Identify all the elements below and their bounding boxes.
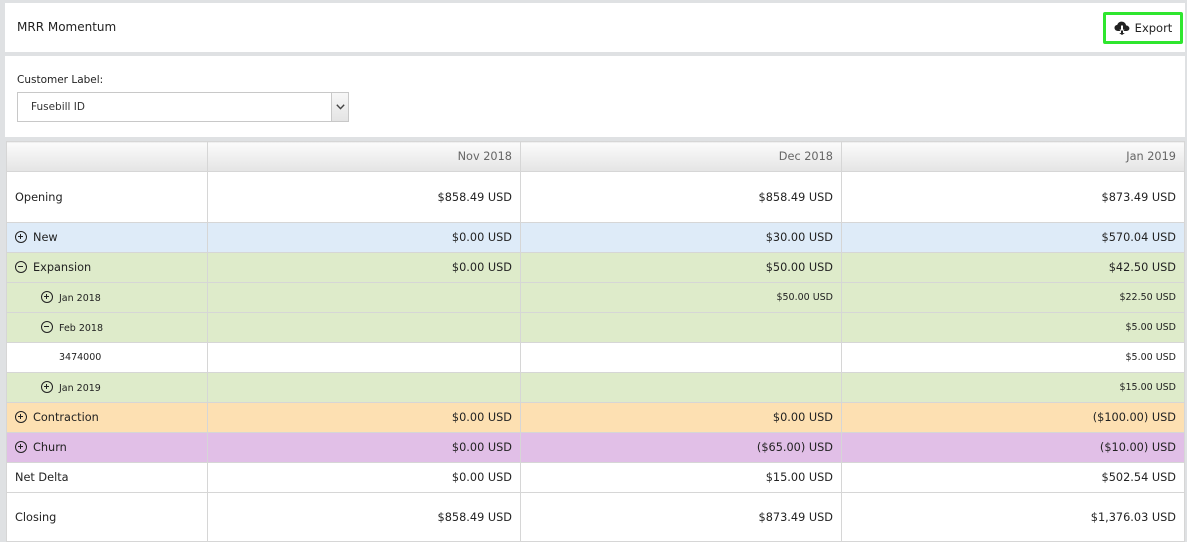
table-cell: $570.04 USD (841, 222, 1185, 253)
column-header: Jan 2019 (841, 141, 1185, 172)
table-cell: $30.00 USD (520, 222, 842, 253)
table-cell: $873.49 USD (520, 492, 842, 542)
chevron-down-icon[interactable] (331, 93, 348, 121)
table-row-net-delta: Net Delta $0.00 USD $15.00 USD $502.54 U… (6, 462, 1185, 493)
table-cell: $0.00 USD (207, 432, 521, 463)
table-header-row: Nov 2018 Dec 2018 Jan 2019 (6, 141, 1185, 172)
table-cell (520, 342, 842, 373)
table-row-new: New $0.00 USD $30.00 USD $570.04 USD (6, 222, 1185, 253)
row-label-cell: New (6, 222, 208, 253)
table-cell: $858.49 USD (207, 171, 521, 223)
table-cell: $0.00 USD (207, 462, 521, 493)
column-header (6, 141, 208, 172)
cloud-download-icon (1114, 21, 1130, 35)
customer-label-value: Fusebill ID (31, 101, 85, 113)
table-cell: $22.50 USD (841, 282, 1185, 313)
customer-label-heading: Customer Label: (17, 74, 104, 86)
table-cell: $502.54 USD (841, 462, 1185, 493)
table-cell (207, 372, 521, 403)
table-row-expansion-feb-2018: Feb 2018 $5.00 USD (6, 312, 1185, 343)
table-cell (207, 312, 521, 343)
row-label: Expansion (33, 261, 92, 274)
table-row-expansion: Expansion $0.00 USD $50.00 USD $42.50 US… (6, 252, 1185, 283)
row-label-cell: Churn (6, 432, 208, 463)
minus-circle-icon[interactable] (15, 261, 27, 273)
row-label: Net Delta (6, 462, 208, 493)
table-cell: $42.50 USD (841, 252, 1185, 283)
row-label[interactable]: 3474000 (6, 342, 208, 373)
customer-label-select[interactable]: Fusebill ID (17, 92, 349, 122)
export-label: Export (1134, 21, 1173, 35)
table-cell: $0.00 USD (520, 402, 842, 433)
row-label: Churn (33, 441, 67, 454)
table-cell: $858.49 USD (520, 171, 842, 223)
table-cell: $0.00 USD (207, 252, 521, 283)
table-cell: $873.49 USD (841, 171, 1185, 223)
plus-circle-icon[interactable] (41, 381, 53, 393)
filter-panel: Customer Label: Fusebill ID (5, 56, 1185, 137)
column-header: Dec 2018 (520, 141, 842, 172)
row-label: Contraction (33, 411, 99, 424)
table-cell: $1,376.03 USD (841, 492, 1185, 542)
row-label: Closing (6, 492, 208, 542)
row-label: Opening (6, 171, 208, 223)
table-row-expansion-jan-2019: Jan 2019 $15.00 USD (6, 372, 1185, 403)
export-button[interactable]: Export (1103, 12, 1183, 44)
row-label: Jan 2018 (59, 293, 101, 304)
table-cell: $0.00 USD (207, 222, 521, 253)
table-row-churn: Churn $0.00 USD ($65.00) USD ($10.00) US… (6, 432, 1185, 463)
row-label-cell: Expansion (6, 252, 208, 283)
table-row-closing: Closing $858.49 USD $873.49 USD $1,376.0… (6, 492, 1185, 542)
table-cell: ($100.00) USD (841, 402, 1185, 433)
table-row-contraction: Contraction $0.00 USD $0.00 USD ($100.00… (6, 402, 1185, 433)
row-label-cell: Jan 2018 (6, 282, 208, 313)
table-cell: $15.00 USD (520, 462, 842, 493)
plus-circle-icon[interactable] (41, 291, 53, 303)
minus-circle-icon[interactable] (41, 321, 53, 333)
table-cell (207, 282, 521, 313)
table-cell: $5.00 USD (841, 342, 1185, 373)
table-cell: $858.49 USD (207, 492, 521, 542)
plus-circle-icon[interactable] (15, 231, 27, 243)
table-cell: $50.00 USD (520, 282, 842, 313)
table-cell: ($65.00) USD (520, 432, 842, 463)
table-row-customer: 3474000 $5.00 USD (6, 342, 1185, 373)
report-header: MRR Momentum Export (5, 3, 1185, 52)
table-cell (520, 372, 842, 403)
plus-circle-icon[interactable] (15, 441, 27, 453)
row-label: New (33, 231, 58, 244)
row-label: Feb 2018 (59, 323, 104, 334)
table-cell: $15.00 USD (841, 372, 1185, 403)
page-title: MRR Momentum (17, 20, 117, 34)
row-label: Jan 2019 (59, 383, 101, 394)
column-header: Nov 2018 (207, 141, 521, 172)
table-cell: $5.00 USD (841, 312, 1185, 343)
table-cell (207, 342, 521, 373)
plus-circle-icon[interactable] (15, 411, 27, 423)
row-label-cell: Feb 2018 (6, 312, 208, 343)
row-label-cell: Jan 2019 (6, 372, 208, 403)
table-cell (520, 312, 842, 343)
table-cell: $0.00 USD (207, 402, 521, 433)
row-label-cell: Contraction (6, 402, 208, 433)
table-cell: ($10.00) USD (841, 432, 1185, 463)
table-row-opening: Opening $858.49 USD $858.49 USD $873.49 … (6, 171, 1185, 223)
mrr-momentum-table: Nov 2018 Dec 2018 Jan 2019 Opening $858.… (6, 141, 1185, 542)
table-row-expansion-jan-2018: Jan 2018 $50.00 USD $22.50 USD (6, 282, 1185, 313)
table-cell: $50.00 USD (520, 252, 842, 283)
